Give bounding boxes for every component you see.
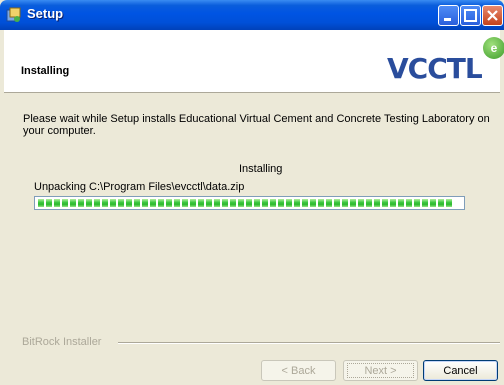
progress-segment xyxy=(238,199,244,207)
progress-segment xyxy=(254,199,260,207)
progress-segment xyxy=(382,199,388,207)
progress-segment xyxy=(182,199,188,207)
progress-segment xyxy=(198,199,204,207)
progress-segment xyxy=(206,199,212,207)
progress-segment xyxy=(150,199,156,207)
progress-segment xyxy=(246,199,252,207)
progress-segment xyxy=(134,199,140,207)
progress-segment xyxy=(334,199,340,207)
progress-segment xyxy=(342,199,348,207)
setup-app-icon xyxy=(6,7,21,22)
progress-segment xyxy=(94,199,100,207)
progress-segment xyxy=(278,199,284,207)
focus-outline xyxy=(347,363,414,378)
progress-segment xyxy=(222,199,228,207)
progress-segment xyxy=(118,199,124,207)
progress-segment xyxy=(326,199,332,207)
progress-segment xyxy=(86,199,92,207)
progress-segment xyxy=(126,199,132,207)
footer-divider xyxy=(118,342,500,344)
progress-segment xyxy=(390,199,396,207)
progress-segment xyxy=(54,199,60,207)
back-button[interactable]: < Back xyxy=(261,360,336,381)
progress-segment xyxy=(214,199,220,207)
progress-segment xyxy=(422,199,428,207)
progress-segment xyxy=(310,199,316,207)
progress-segment xyxy=(438,199,444,207)
progress-segment xyxy=(230,199,236,207)
page-title: Installing xyxy=(21,65,70,77)
cancel-button[interactable]: Cancel xyxy=(423,360,498,381)
installer-brand: BitRock Installer xyxy=(22,336,102,348)
progress-segment xyxy=(286,199,292,207)
progress-segment xyxy=(110,199,116,207)
progress-segment xyxy=(302,199,308,207)
minimize-icon xyxy=(444,18,451,21)
progress-segment xyxy=(374,199,380,207)
progress-segment xyxy=(398,199,404,207)
install-description: Please wait while Setup installs Educati… xyxy=(23,113,490,137)
progress-segment xyxy=(38,199,44,207)
progress-segment xyxy=(414,199,420,207)
current-action: Unpacking C:\Program Files\evcctl\data.z… xyxy=(34,181,245,193)
close-button[interactable] xyxy=(482,5,503,26)
progress-bar xyxy=(34,196,465,210)
progress-segment xyxy=(294,199,300,207)
progress-segment xyxy=(190,199,196,207)
progress-segment xyxy=(174,199,180,207)
progress-segment xyxy=(102,199,108,207)
maximize-button[interactable] xyxy=(460,5,481,26)
minimize-button[interactable] xyxy=(438,5,459,26)
progress-segment xyxy=(62,199,68,207)
progress-segment xyxy=(142,199,148,207)
next-button[interactable]: Next > xyxy=(343,360,418,381)
progress-segment xyxy=(358,199,364,207)
title-bar[interactable]: Setup xyxy=(0,0,504,30)
close-icon xyxy=(487,10,498,21)
progress-segment xyxy=(262,199,268,207)
progress-segment xyxy=(46,199,52,207)
maximize-icon xyxy=(464,9,477,22)
progress-segment xyxy=(166,199,172,207)
window-title: Setup xyxy=(27,6,64,21)
vcctl-logo: VCCTL e xyxy=(387,33,504,89)
progress-segment xyxy=(270,199,276,207)
logo-badge: e xyxy=(483,37,504,59)
setup-window: Setup Installing VCCTL e Please wait whi… xyxy=(0,0,504,385)
status-label: Installing xyxy=(239,163,283,175)
progress-segment xyxy=(318,199,324,207)
logo-text: VCCTL xyxy=(387,52,483,85)
progress-segment xyxy=(350,199,356,207)
progress-segment xyxy=(70,199,76,207)
progress-fill xyxy=(38,199,453,207)
progress-segment xyxy=(430,199,436,207)
progress-segment xyxy=(366,199,372,207)
header-panel: Installing VCCTL e xyxy=(4,30,504,93)
progress-segment xyxy=(78,199,84,207)
progress-segment xyxy=(446,199,452,207)
progress-segment xyxy=(406,199,412,207)
progress-segment xyxy=(158,199,164,207)
